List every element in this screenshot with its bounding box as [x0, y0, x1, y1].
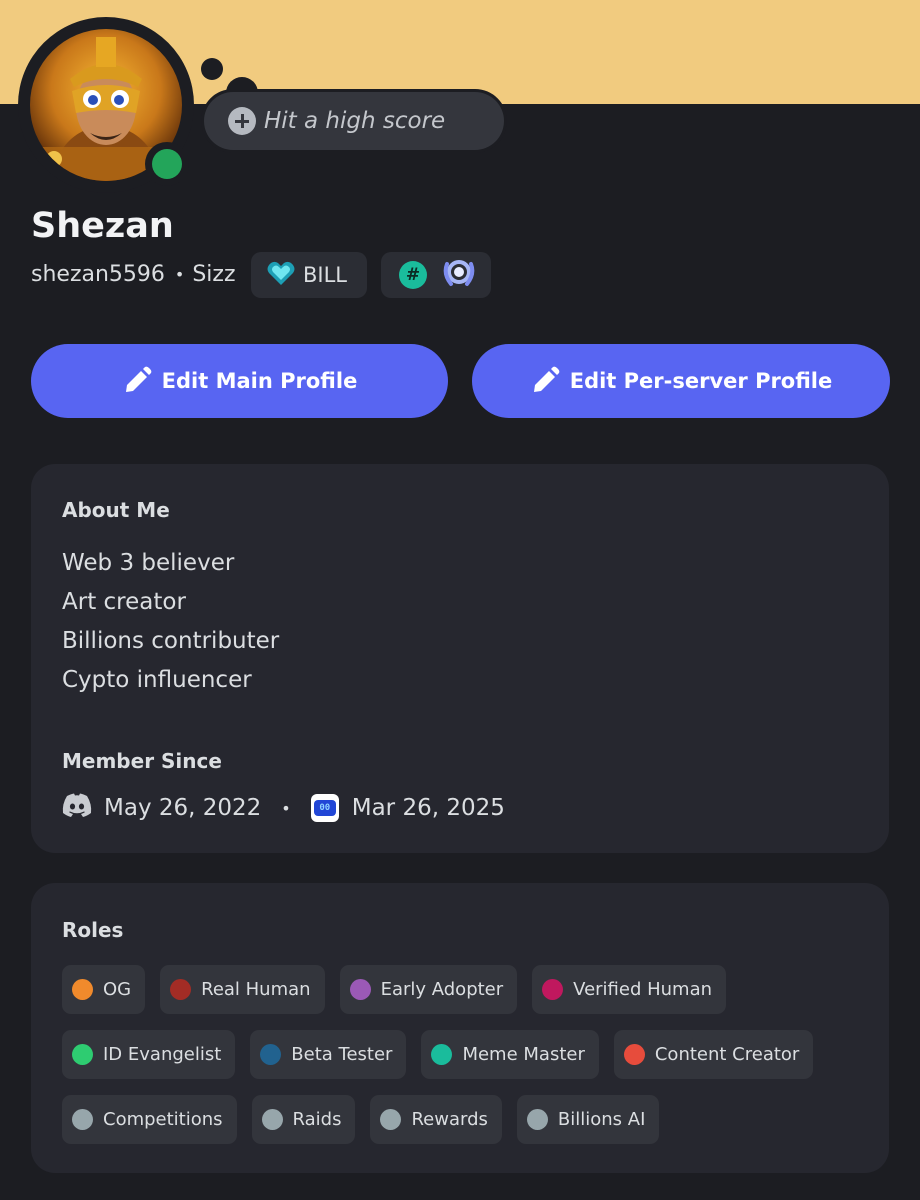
roles-list: OG Real Human Early Adopter Verified Human I… [62, 965, 862, 1144]
role-label: Early Adopter [380, 979, 504, 1000]
server-member-since-date: Mar 26, 2025 [351, 795, 505, 821]
online-status-indicator [152, 149, 182, 179]
role-pill[interactable]: Beta Tester [250, 1030, 407, 1079]
role-pill[interactable]: Verified Human [532, 965, 727, 1014]
username-line: shezan5596 • Sizz [31, 257, 236, 291]
edit-main-profile-label: Edit Main Profile [161, 369, 358, 393]
role-label: Real Human [201, 979, 311, 1000]
role-color-dot [542, 979, 564, 1000]
role-color-dot [260, 1044, 282, 1065]
custom-status-text: Hit a high score [264, 108, 446, 134]
server-tag[interactable]: BILL [251, 252, 367, 298]
role-color-dot [623, 1044, 645, 1065]
heart-icon [267, 260, 295, 290]
laurel-badge-icon[interactable] [442, 258, 476, 292]
role-label: Beta Tester [291, 1044, 393, 1065]
role-label: Competitions [103, 1109, 223, 1130]
role-color-dot [72, 979, 93, 1000]
custom-status-bubble[interactable]: Hit a high score [204, 92, 504, 150]
role-label: ID Evangelist [103, 1044, 222, 1065]
member-since-row: May 26, 2022 • 00 Mar 26, 2025 [62, 791, 505, 825]
role-label: Rewards [411, 1109, 488, 1130]
role-label: Raids [292, 1109, 342, 1130]
role-color-dot [431, 1044, 453, 1065]
role-label: Meme Master [462, 1044, 585, 1065]
discord-logo-icon [62, 793, 92, 823]
display-name: Shezan [31, 206, 174, 246]
role-pill[interactable]: ID Evangelist [62, 1030, 236, 1079]
about-card: About Me Web 3 believer Art creator Bill… [31, 464, 889, 853]
role-label: Content Creator [654, 1044, 800, 1065]
role-color-dot [170, 979, 192, 1000]
about-me-text: Web 3 believer Art creator Billions cont… [62, 544, 279, 700]
pencil-icon [125, 366, 152, 392]
role-pill[interactable]: Raids [251, 1095, 356, 1144]
roles-heading: Roles [62, 918, 124, 942]
role-label: OG [103, 979, 132, 1000]
role-color-dot [380, 1109, 402, 1130]
server-tag-label: BILL [303, 263, 347, 287]
role-pill[interactable]: Competitions [62, 1095, 237, 1144]
server-icon: 00 [310, 794, 339, 822]
hash-badge-icon[interactable]: # [399, 261, 427, 289]
edit-per-server-profile-label: Edit Per-server Profile [569, 369, 833, 393]
edit-main-profile-button[interactable]: Edit Main Profile [31, 344, 448, 418]
username: shezan5596 [31, 261, 165, 287]
role-pill[interactable]: Rewards [370, 1095, 502, 1144]
role-color-dot [526, 1109, 548, 1130]
role-label: Verified Human [573, 979, 713, 1000]
role-color-dot [72, 1109, 93, 1130]
role-pill[interactable]: Billions AI [516, 1095, 660, 1144]
edit-per-server-profile-button[interactable]: Edit Per-server Profile [472, 344, 890, 418]
about-me-heading: About Me [62, 498, 170, 522]
thought-bubble-dot [201, 58, 223, 80]
member-since-heading: Member Since [62, 749, 222, 773]
separator: • [174, 264, 185, 284]
about-line: Cypto influencer [62, 667, 252, 693]
add-status-icon [228, 107, 256, 135]
role-pill[interactable]: Real Human [160, 965, 325, 1014]
server-icon-glyph: 00 [313, 800, 336, 816]
about-line: Billions contributer [62, 628, 280, 654]
separator: • [281, 798, 291, 818]
role-color-dot [72, 1044, 93, 1065]
badge-list: # [381, 252, 491, 298]
role-color-dot [349, 979, 371, 1000]
pronouns: Sizz [192, 261, 236, 287]
role-pill[interactable]: OG [62, 965, 146, 1014]
role-pill[interactable]: Content Creator [613, 1030, 814, 1079]
pencil-icon [533, 366, 560, 392]
role-pill[interactable]: Early Adopter [339, 965, 518, 1014]
about-line: Art creator [62, 589, 186, 615]
role-color-dot [261, 1109, 283, 1130]
discord-member-since-date: May 26, 2022 [104, 795, 262, 821]
about-line: Web 3 believer [62, 550, 235, 576]
role-label: Billions AI [557, 1109, 646, 1130]
roles-card: Roles OG Real Human Early Adopter Verified … [31, 883, 889, 1173]
role-pill[interactable]: Meme Master [421, 1030, 599, 1079]
